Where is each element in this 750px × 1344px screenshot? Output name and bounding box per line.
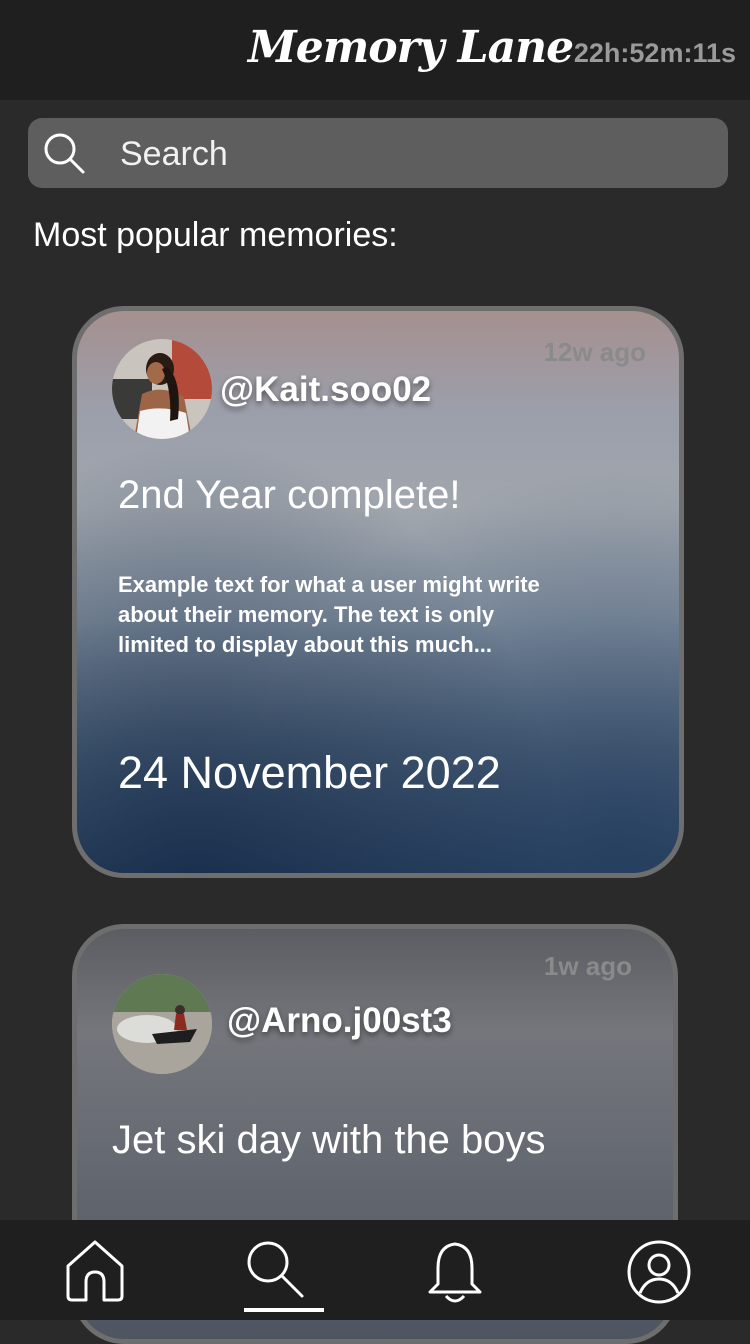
nav-notifications[interactable] xyxy=(424,1220,484,1320)
search-input[interactable] xyxy=(118,118,712,190)
time-ago: 12w ago xyxy=(543,337,646,367)
memory-title: Jet ski day with the boys xyxy=(112,1118,546,1162)
home-icon xyxy=(66,1240,124,1302)
top-bar: Memory Lane 22h:52m:11s xyxy=(0,0,750,100)
memory-date: 24 November 2022 xyxy=(118,747,501,798)
time-ago: 1w ago xyxy=(543,951,632,981)
search-icon xyxy=(44,133,85,174)
avatar[interactable] xyxy=(112,974,212,1074)
bell-icon xyxy=(428,1242,482,1303)
bottom-nav xyxy=(0,1220,750,1320)
nav-search[interactable] xyxy=(244,1220,324,1320)
section-title: Most popular memories: xyxy=(33,216,398,254)
avatar[interactable] xyxy=(112,339,212,439)
username[interactable]: @Kait.soo02 xyxy=(220,370,431,410)
memory-title: 2nd Year complete! xyxy=(118,473,461,517)
search-icon xyxy=(247,1241,304,1298)
nav-profile[interactable] xyxy=(626,1220,692,1320)
memory-excerpt: Example text for what a user might write… xyxy=(118,572,540,657)
nav-home[interactable] xyxy=(60,1220,130,1320)
username[interactable]: @Arno.j00st3 xyxy=(227,1001,452,1041)
active-tab-indicator xyxy=(244,1308,324,1312)
app-title: Memory Lane xyxy=(248,22,574,73)
search-bar[interactable] xyxy=(28,118,728,190)
memory-card[interactable]: @Kait.soo02 12w ago 2nd Year complete! E… xyxy=(72,306,684,878)
profile-icon xyxy=(627,1240,691,1304)
countdown-timer: 22h:52m:11s xyxy=(573,38,736,68)
